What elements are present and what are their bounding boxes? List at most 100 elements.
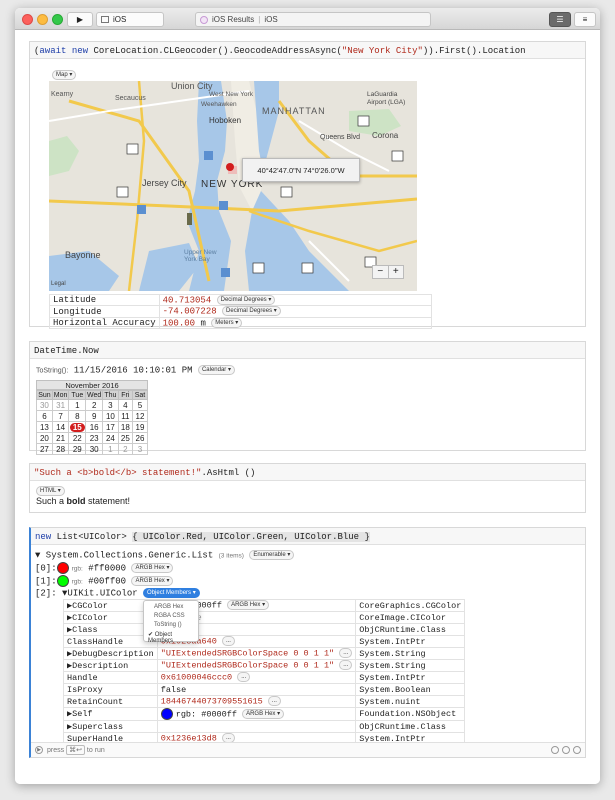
value-chip[interactable]: ... [339, 660, 353, 671]
calendar-day[interactable]: 30 [85, 443, 104, 455]
close-window-button[interactable] [22, 14, 33, 25]
value-chip[interactable]: ... [339, 648, 353, 659]
calendar-chip[interactable]: Calendar ▾ [197, 365, 235, 375]
history-icon[interactable] [562, 746, 570, 754]
map-view-chip[interactable]: Map ▾ [52, 69, 77, 80]
calendar-day[interactable]: 11 [117, 410, 133, 422]
calendar-day[interactable]: 21 [51, 432, 70, 444]
menu-item-argb-hex[interactable]: ARGB Hex [144, 603, 198, 612]
calendar-day[interactable]: 29 [68, 443, 87, 455]
calendar-day[interactable]: 1 [102, 443, 119, 455]
zoom-window-button[interactable] [52, 14, 63, 25]
toggle-history-button[interactable]: ≡ [574, 12, 596, 27]
member-row[interactable]: Handle 0x61000046ccc0 ... System.IntPtr [63, 671, 466, 684]
member-row[interactable]: ClassHandle0x1028aa640 ...System.IntPtr [63, 635, 466, 648]
calendar-day[interactable]: 25 [117, 432, 133, 444]
argb-hex-chip[interactable]: ARGB Hex ▾ [131, 576, 174, 586]
minimize-window-button[interactable] [37, 14, 48, 25]
map-view[interactable]: Union City MANHATTAN Hoboken Jersey City… [49, 81, 417, 291]
calendar-day[interactable]: 4 [117, 399, 133, 411]
calendar-day[interactable]: 13 [36, 421, 53, 433]
calendar-day[interactable]: 10 [102, 410, 119, 422]
calendar-day[interactable]: 31 [51, 399, 70, 411]
delete-cell-icon[interactable] [573, 746, 581, 754]
color-swatch [56, 575, 69, 587]
list-header[interactable]: ▼ System.Collections.Generic.List (3 ite… [35, 550, 295, 560]
code-input[interactable]: DateTime.Now [30, 342, 585, 359]
enumerable-chip[interactable]: Enumerable ▾ [249, 550, 295, 560]
menu-item-tostring[interactable]: ToString () [144, 621, 198, 630]
member-row[interactable]: ▶DebugDescription "UIExtendedSRGBColorSpa… [63, 647, 466, 660]
member-row[interactable]: ▶CIColorEvaluateCoreImage.CIColor [63, 611, 466, 624]
calendar-day[interactable]: 1 [68, 399, 87, 411]
code-input[interactable]: new List<UIColor> { UIColor.Red, UIColor… [31, 528, 585, 545]
run-icon[interactable]: ▶ [35, 746, 43, 754]
calendar-day[interactable]: 16 [85, 421, 104, 433]
member-name: ▶DebugDescription [63, 647, 158, 660]
calendar-day[interactable]: 20 [36, 432, 53, 444]
code-input[interactable]: "Such a <b>bold</b> statement!".AsHtml (… [30, 464, 585, 481]
member-row[interactable]: ▶Description "UIExtendedSRGBColorSpace 0 … [63, 659, 466, 672]
calendar-day[interactable]: 23 [85, 432, 104, 444]
object-members-chip[interactable]: Object Members ▾ [143, 588, 200, 598]
member-name: ▶Self [63, 707, 158, 721]
argb-hex-chip[interactable]: ARGB Hex ▾ [131, 563, 174, 573]
html-output: Such a bold statement! [36, 496, 131, 506]
calendar: November 2016 Sun Mon Tue Wed Thu Fri Sat 30 31… [36, 380, 149, 455]
member-row[interactable]: RetainCount 18446744073709551615 ... Syste… [63, 695, 466, 708]
calendar-day[interactable]: 2 [85, 399, 104, 411]
map-legal-link[interactable]: Legal [51, 281, 66, 287]
calendar-day[interactable]: 18 [117, 421, 133, 433]
calendar-day[interactable]: 30 [36, 399, 53, 411]
units-chip[interactable]: Decimal Degrees ▾ [222, 306, 281, 317]
toggle-output-button[interactable]: ☰ [549, 12, 571, 27]
calendar-day[interactable]: 3 [131, 443, 149, 455]
member-name: RetainCount [63, 695, 158, 708]
units-chip[interactable]: Decimal Degrees ▾ [216, 295, 276, 305]
calendar-day[interactable]: 14 [51, 421, 70, 433]
calendar-day[interactable]: 12 [131, 410, 149, 422]
zoom-in-button[interactable]: + [389, 266, 404, 278]
value-chip[interactable]: ... [267, 696, 281, 707]
map-label-weehawken: Weehawken [201, 101, 237, 108]
html-view-chip[interactable]: HTML ▾ [36, 485, 65, 496]
menu-item-rgba-css[interactable]: RGBA CSS [144, 612, 198, 621]
zoom-out-button[interactable]: − [373, 266, 389, 278]
member-row[interactable]: ▶Class ObjCRuntime.Class [63, 623, 466, 636]
member-row[interactable]: ▶Self rgb: #0000ff ARGB Hex ▾ Foundation.N… [63, 707, 466, 721]
menu-item-object-members[interactable]: ✔ Object Members [144, 630, 198, 644]
workbook-content: (await new CoreLocation.CLGeocoder().Geo… [15, 31, 600, 784]
member-type: System.Boolean [355, 683, 466, 696]
calendar-day[interactable]: 22 [68, 432, 87, 444]
calendar-day[interactable]: 27 [36, 443, 53, 455]
units-chip[interactable]: Meters ▾ [211, 317, 243, 328]
uicolor-expander[interactable]: ▼UIKit.UIColor [62, 588, 138, 598]
code-input[interactable]: (await new CoreLocation.CLGeocoder().Geo… [30, 42, 585, 59]
value-chip[interactable]: ... [221, 636, 235, 647]
calendar-day[interactable]: 2 [117, 443, 133, 455]
calendar-day[interactable]: 6 [36, 410, 53, 422]
calendar-day[interactable]: 15 [68, 421, 87, 433]
weekday-header: Thu [102, 390, 119, 400]
calendar-day[interactable]: 19 [131, 421, 149, 433]
calendar-day[interactable]: 8 [68, 410, 87, 422]
add-cell-icon[interactable] [551, 746, 559, 754]
target-selector[interactable]: iOS [96, 12, 164, 27]
location-cell: (await new CoreLocation.CLGeocoder().Geo… [29, 41, 586, 330]
member-row[interactable]: ▶CGColorrgb: #0000ff ARGB Hex ▾CoreGraph… [63, 599, 466, 612]
calendar-day[interactable]: 5 [131, 399, 149, 411]
calendar-week: 30 31 1 2 3 4 5 [36, 399, 149, 411]
member-row[interactable]: ▶Superclass ObjCRuntime.Class [63, 720, 466, 733]
value-chip[interactable]: ... [237, 672, 251, 683]
calendar-day[interactable]: 24 [102, 432, 119, 444]
calendar-day[interactable]: 26 [131, 432, 149, 444]
calendar-day[interactable]: 17 [102, 421, 119, 433]
calendar-day[interactable]: 7 [51, 410, 70, 422]
calendar-day[interactable]: 3 [102, 399, 119, 411]
value-chip[interactable]: ARGB Hex ▾ [242, 709, 285, 719]
calendar-day[interactable]: 9 [85, 410, 104, 422]
member-row[interactable]: IsProxy false System.Boolean [63, 683, 466, 696]
calendar-day[interactable]: 28 [51, 443, 70, 455]
run-button[interactable]: ▶ [67, 12, 93, 27]
value-chip[interactable]: ARGB Hex ▾ [227, 600, 270, 611]
